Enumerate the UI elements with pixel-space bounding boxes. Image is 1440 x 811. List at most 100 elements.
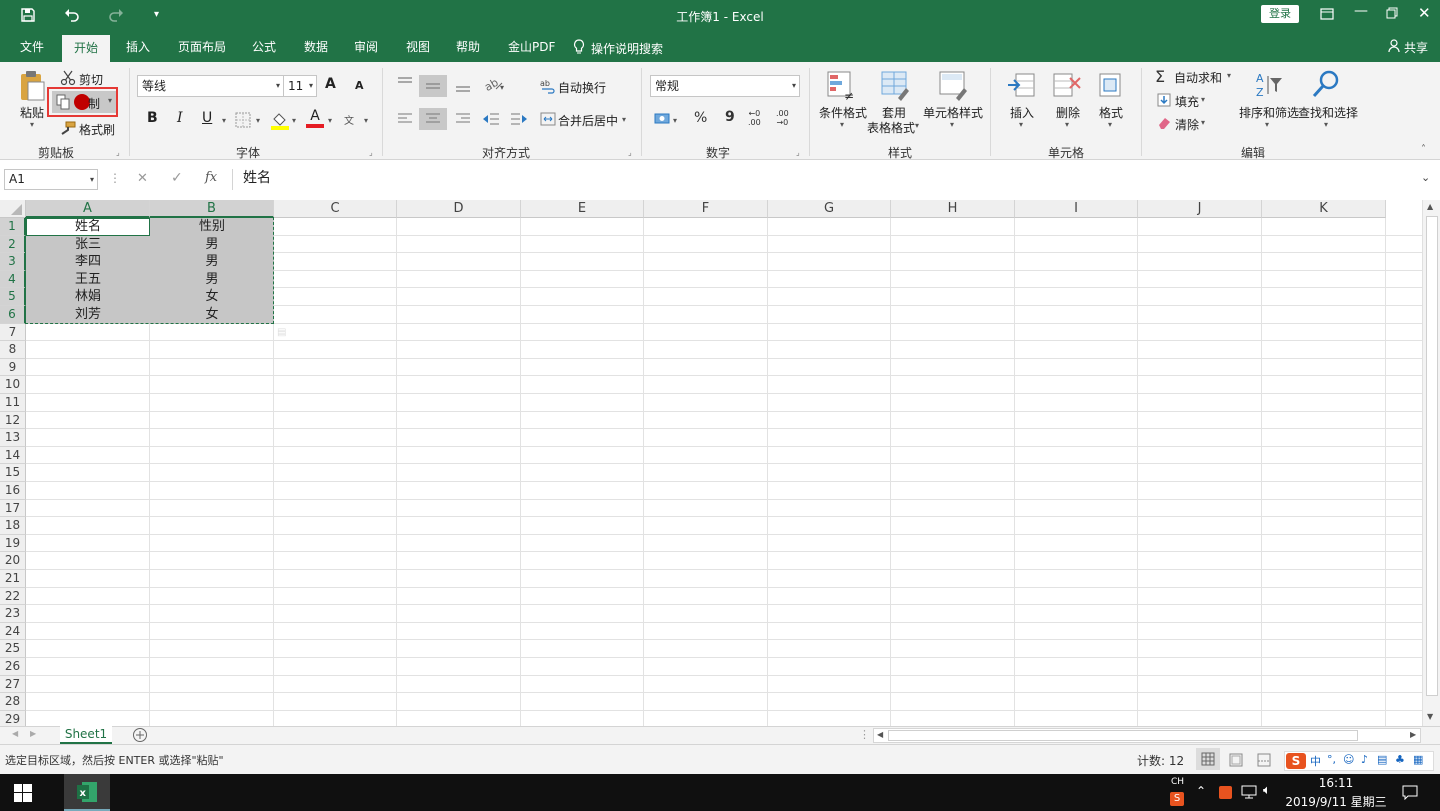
row-header-12[interactable]: 12 (0, 411, 26, 430)
table-format-dropdown-icon[interactable]: ▾ (915, 121, 919, 130)
tab-view[interactable]: 视图 (394, 32, 442, 62)
number-launcher-icon[interactable]: ⌟ (796, 148, 800, 157)
row-header-8[interactable]: 8 (0, 341, 26, 359)
paste-dropdown-icon[interactable]: ▾ (30, 120, 34, 129)
vertical-scrollbar[interactable]: ▲ ▼ (1422, 200, 1440, 726)
fill-dropdown-icon[interactable]: ▾ (1201, 95, 1205, 104)
close-icon[interactable]: ✕ (1418, 4, 1431, 22)
row-header-20[interactable]: 20 (0, 552, 26, 570)
column-header-i[interactable]: I (1015, 200, 1138, 218)
tab-home[interactable]: 开始 (62, 35, 111, 62)
row-header-17[interactable]: 17 (0, 499, 26, 518)
row-header-1[interactable]: 1 (0, 218, 26, 236)
enter-formula-button[interactable]: ✓ (171, 170, 183, 186)
autosum-dropdown-icon[interactable]: ▾ (1227, 71, 1231, 80)
active-cell[interactable] (26, 218, 150, 236)
tab-file[interactable]: 文件 (8, 32, 56, 62)
volume-icon[interactable]: 🔈︎ (1263, 783, 1271, 798)
column-header-h[interactable]: H (891, 200, 1015, 218)
expand-formula-icon[interactable]: ⌄ (1421, 171, 1430, 184)
insert-cells-button[interactable]: 插入 (1010, 104, 1034, 121)
row-header-9[interactable]: 9 (0, 358, 26, 377)
tray-app-icon[interactable] (1219, 786, 1232, 799)
row-header-2[interactable]: 2 (0, 235, 26, 254)
tab-data[interactable]: 数据 (292, 32, 340, 62)
format-dropdown-icon[interactable]: ▾ (1108, 120, 1112, 129)
vertical-scroll-thumb[interactable] (1426, 216, 1438, 696)
align-middle-icon[interactable] (419, 75, 447, 97)
minimize-icon[interactable]: — (1354, 3, 1368, 19)
cut-button[interactable]: 剪切 (79, 71, 103, 88)
grow-font-button[interactable]: A (325, 76, 336, 92)
column-header-k[interactable]: K (1262, 200, 1386, 218)
next-sheet-icon[interactable]: ▶ (30, 729, 36, 738)
align-bottom-icon[interactable] (455, 76, 471, 97)
orientation-icon[interactable]: ab ▾ (482, 76, 506, 95)
notification-icon[interactable] (1402, 784, 1418, 803)
tab-review[interactable]: 审阅 (342, 32, 390, 62)
column-header-d[interactable]: D (397, 200, 521, 218)
row-header-27[interactable]: 27 (0, 675, 26, 694)
name-box[interactable]: A1 ▾ (4, 169, 98, 190)
column-header-a[interactable]: A (26, 200, 150, 218)
ime-punctuation-icon[interactable]: °, (1327, 753, 1336, 766)
clock-date[interactable]: 2019/9/11 星期三 (1282, 793, 1390, 810)
taskbar-excel-button[interactable]: x (64, 774, 110, 811)
row-header-29[interactable]: 29 (0, 710, 26, 726)
ime-skin-icon[interactable]: ♣ (1395, 753, 1405, 766)
ribbon-display-icon[interactable] (1320, 7, 1334, 24)
sogou-tray-icon[interactable]: S (1170, 792, 1184, 806)
phonetic-button[interactable]: 文 (344, 112, 354, 127)
network-icon[interactable] (1241, 784, 1257, 803)
sort-filter-button[interactable]: 排序和筛选 (1239, 104, 1299, 121)
fill-button[interactable]: 填充 (1175, 93, 1199, 110)
tell-me-search[interactable]: 操作说明搜索 (591, 40, 663, 57)
row-header-3[interactable]: 3 (0, 253, 26, 271)
prev-sheet-icon[interactable]: ◀ (12, 729, 18, 738)
scroll-left-icon[interactable]: ◀ (877, 730, 883, 739)
clear-dropdown-icon[interactable]: ▾ (1201, 118, 1205, 127)
normal-view-icon[interactable] (1196, 748, 1220, 770)
ime-voice-icon[interactable]: ♪ (1361, 753, 1368, 766)
shrink-font-button[interactable]: A (355, 79, 364, 92)
ime-tools-icon[interactable]: ▦ (1413, 753, 1423, 766)
table-format-button-line2[interactable]: 表格格式 (867, 119, 915, 136)
conditional-dropdown-icon[interactable]: ▾ (840, 120, 844, 129)
find-select-button[interactable]: 查找和选择 (1298, 104, 1358, 121)
comma-button[interactable]: 9 (725, 109, 735, 125)
tab-page-layout[interactable]: 页面布局 (166, 32, 238, 62)
worksheet-grid[interactable]: ABCDEFGHIJK 1 2 3 4 5 6 7 8 9 10 11 12 13 14 15 16 17 18 1… (0, 200, 1440, 726)
row-header-6[interactable]: 6 (0, 306, 26, 324)
clear-button[interactable]: 清除 (1175, 116, 1199, 133)
row-header-13[interactable]: 13 (0, 429, 26, 447)
row-header-4[interactable]: 4 (0, 270, 26, 289)
merge-dropdown-icon[interactable]: ▾ (622, 115, 626, 124)
row-header-11[interactable]: 11 (0, 394, 26, 412)
column-header-e[interactable]: E (521, 200, 644, 218)
clipboard-launcher-icon[interactable]: ⌟ (116, 148, 120, 157)
phonetic-dropdown-icon[interactable]: ▾ (364, 116, 368, 125)
formula-input[interactable]: 姓名 (232, 169, 1436, 190)
sheet-tab-sheet1[interactable]: Sheet1 (60, 726, 112, 744)
row-header-19[interactable]: 19 (0, 534, 26, 553)
row-header-15[interactable]: 15 (0, 464, 26, 482)
decrease-indent-icon[interactable] (482, 112, 500, 129)
delete-dropdown-icon[interactable]: ▾ (1065, 120, 1069, 129)
percent-button[interactable]: % (694, 110, 707, 126)
cell-styles-button[interactable]: 单元格样式 (923, 104, 983, 121)
align-left-icon[interactable] (397, 112, 413, 129)
column-header-f[interactable]: F (644, 200, 768, 218)
split-grip-icon[interactable]: ⋮ (859, 728, 870, 741)
fill-color-dropdown-icon[interactable]: ▾ (292, 116, 296, 125)
clipboard-paste-icon[interactable] (18, 70, 46, 105)
merge-center-button[interactable]: 合并后居中 (558, 112, 618, 129)
increase-decimal-button[interactable]: ←0.00 (748, 109, 761, 127)
clock-time[interactable]: 16:11 (1288, 776, 1384, 790)
horizontal-scrollbar[interactable]: ◀ ▶ (873, 728, 1421, 743)
column-header-g[interactable]: G (768, 200, 891, 218)
paste-button[interactable]: 粘贴 (20, 104, 44, 121)
ime-mode-chinese[interactable]: 中 (1310, 753, 1321, 769)
ime-toolbar[interactable]: S 中 °, ☺ ♪ ▤ ♣ ▦ (1284, 751, 1434, 771)
paste-options-icon[interactable]: ▤ (277, 327, 286, 338)
share-button[interactable]: 共享 (1404, 39, 1428, 56)
